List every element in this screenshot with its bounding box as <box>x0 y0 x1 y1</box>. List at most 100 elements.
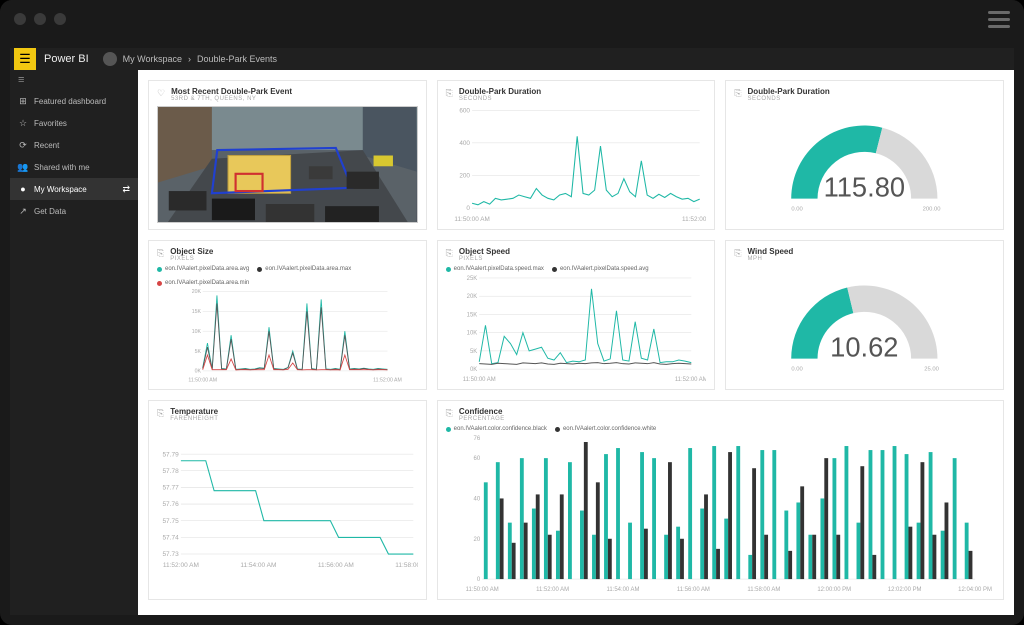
browser-titlebar <box>0 0 1024 38</box>
sidebar-item-favorites[interactable]: ☆Favorites <box>10 112 138 134</box>
pin-icon: ⎘ <box>157 248 164 259</box>
pin-icon: ⎘ <box>157 408 164 419</box>
tile-confidence[interactable]: ⎘ Confidence PERCENTAGE eon.IVAalert.col… <box>437 400 1004 600</box>
svg-text:12:02:00 PM: 12:02:00 PM <box>887 587 921 593</box>
tile-most-recent-event[interactable]: ♡ Most Recent Double-Park Event 53RD & 7… <box>148 80 427 230</box>
sidebar: ≡ ⊞Featured dashboard☆Favorites⟳Recent👥S… <box>10 70 138 615</box>
sidebar-item-label: My Workspace <box>34 185 87 194</box>
svg-text:11:56:00 AM: 11:56:00 AM <box>318 562 354 569</box>
svg-text:115.80: 115.80 <box>824 172 905 203</box>
svg-text:57.79: 57.79 <box>162 451 179 458</box>
tile-title: Double-Park Duration <box>748 87 830 96</box>
tile-subtitle: 53RD & 7TH, QUEENS, NY <box>171 96 292 102</box>
window-maximize[interactable] <box>54 13 66 25</box>
app-title: Power BI <box>44 53 89 65</box>
svg-text:25K: 25K <box>466 276 477 282</box>
sidebar-icon: 👥 <box>18 162 28 172</box>
svg-text:600: 600 <box>459 107 470 114</box>
dashboard-canvas: ♡ Most Recent Double-Park Event 53RD & 7… <box>138 70 1014 615</box>
sidebar-icon: ● <box>18 184 28 194</box>
svg-text:12:00:00 PM: 12:00:00 PM <box>817 587 851 593</box>
svg-text:15K: 15K <box>466 312 477 318</box>
breadcrumb: My Workspace › Double-Park Events <box>103 52 277 66</box>
tile-subtitle: SECONDS <box>459 96 541 102</box>
tile-wind-speed[interactable]: ⎘ Wind Speed MPH 10.620.0025.00 <box>725 240 1004 390</box>
sidebar-item-my-workspace[interactable]: ● My Workspace ⇄ <box>10 178 138 200</box>
chevron-icon: ⇄ <box>122 184 130 195</box>
svg-text:11:50:00 AM: 11:50:00 AM <box>462 377 495 383</box>
tile-title: Most Recent Double-Park Event <box>171 87 292 96</box>
window-close[interactable] <box>14 13 26 25</box>
svg-text:40: 40 <box>473 496 480 502</box>
svg-text:10K: 10K <box>466 331 477 337</box>
svg-text:11:52:00 AM: 11:52:00 AM <box>373 377 402 383</box>
pin-icon: ⎘ <box>446 88 453 99</box>
sidebar-item-featured-dashboard[interactable]: ⊞Featured dashboard <box>10 90 138 112</box>
tile-subtitle: PIXELS <box>459 256 510 262</box>
window-minimize[interactable] <box>34 13 46 25</box>
wind-gauge: 10.62 0.00 25.00 <box>734 266 995 383</box>
tile-temperature[interactable]: ⎘ Temperature FARENHEIGHT 57.7357.7457.7… <box>148 400 427 600</box>
svg-text:5K: 5K <box>470 349 477 355</box>
heart-icon: ♡ <box>157 88 165 99</box>
window-controls <box>14 13 66 25</box>
object-speed-legend: eon.IVAalert.pixelData.speed.maxeon.IVAa… <box>446 266 707 272</box>
svg-text:0K: 0K <box>195 369 202 375</box>
tile-object-size[interactable]: ⎘ Object Size PIXELS eon.IVAalert.pixelD… <box>148 240 427 390</box>
svg-text:11:50:00 AM: 11:50:00 AM <box>188 377 217 383</box>
sidebar-toggle[interactable]: ≡ <box>10 70 138 90</box>
svg-text:0: 0 <box>477 577 481 583</box>
svg-text:57.77: 57.77 <box>162 485 179 492</box>
sidebar-item-recent[interactable]: ⟳Recent <box>10 134 138 156</box>
svg-text:57.78: 57.78 <box>162 468 179 475</box>
browser-menu-icon[interactable] <box>988 11 1010 28</box>
svg-text:200: 200 <box>459 173 470 180</box>
pin-icon: ⎘ <box>734 248 741 259</box>
breadcrumb-workspace[interactable]: My Workspace <box>123 54 182 64</box>
svg-text:0.00: 0.00 <box>792 206 804 212</box>
app-logo-icon[interactable]: ☰ <box>14 48 36 70</box>
tile-title: Double-Park Duration <box>459 87 541 96</box>
sidebar-item-shared-with-me[interactable]: 👥Shared with me <box>10 156 138 178</box>
svg-text:20K: 20K <box>192 289 202 295</box>
tile-duration-line[interactable]: ⎘ Double-Park Duration SECONDS 020040060… <box>437 80 716 230</box>
tile-object-speed[interactable]: ⎘ Object Speed PIXELS eon.IVAalert.pixel… <box>437 240 716 390</box>
svg-text:11:54:00 AM: 11:54:00 AM <box>240 562 276 569</box>
svg-text:10.62: 10.62 <box>831 332 899 363</box>
tile-duration-gauge[interactable]: ⎘ Double-Park Duration SECONDS 115.800.0… <box>725 80 1004 230</box>
object-size-chart: 0K5K10K15K20K11:50:00 AM11:52:00 AM <box>157 288 418 383</box>
svg-text:5K: 5K <box>195 349 202 355</box>
tile-subtitle: PIXELS <box>170 256 213 262</box>
pin-icon: ⎘ <box>446 408 453 419</box>
sidebar-item-label: Recent <box>34 141 59 150</box>
breadcrumb-avatar-icon <box>103 52 117 66</box>
svg-text:11:52:00 AM: 11:52:00 AM <box>682 216 707 223</box>
sidebar-item-get-data[interactable]: ↗Get Data <box>10 200 138 222</box>
event-image <box>157 106 418 223</box>
svg-text:11:54:00 AM: 11:54:00 AM <box>606 587 639 593</box>
duration-gauge: 115.800.00200.00 <box>734 106 995 223</box>
svg-text:25.00: 25.00 <box>925 366 940 372</box>
svg-text:20: 20 <box>473 537 480 543</box>
svg-text:12:04:00 PM: 12:04:00 PM <box>958 587 992 593</box>
svg-text:0K: 0K <box>470 367 477 373</box>
breadcrumb-separator: › <box>188 54 191 64</box>
temperature-chart: 57.7357.7457.7557.7657.7757.7857.7911:52… <box>157 426 418 593</box>
confidence-chart: 02040607611:50:00 AM11:52:00 AM11:54:00 … <box>446 434 995 593</box>
svg-text:0.00: 0.00 <box>792 366 804 372</box>
svg-text:11:50:00 AM: 11:50:00 AM <box>454 216 489 223</box>
svg-text:0: 0 <box>466 205 470 212</box>
breadcrumb-page[interactable]: Double-Park Events <box>197 54 277 64</box>
svg-text:11:58:00 AM: 11:58:00 AM <box>395 562 417 569</box>
svg-text:57.74: 57.74 <box>162 535 179 542</box>
tile-title: Confidence <box>459 407 505 416</box>
tile-title: Object Speed <box>459 247 510 256</box>
svg-text:57.73: 57.73 <box>162 551 179 558</box>
app-header: ☰ Power BI My Workspace › Double-Park Ev… <box>10 48 1014 70</box>
tile-title: Temperature <box>170 407 218 416</box>
svg-text:11:58:00 AM: 11:58:00 AM <box>747 587 780 593</box>
sidebar-icon: ☆ <box>18 118 28 128</box>
svg-text:11:52:00 AM: 11:52:00 AM <box>674 377 706 383</box>
tile-title: Wind Speed <box>748 247 794 256</box>
svg-text:11:52:00 AM: 11:52:00 AM <box>536 587 569 593</box>
